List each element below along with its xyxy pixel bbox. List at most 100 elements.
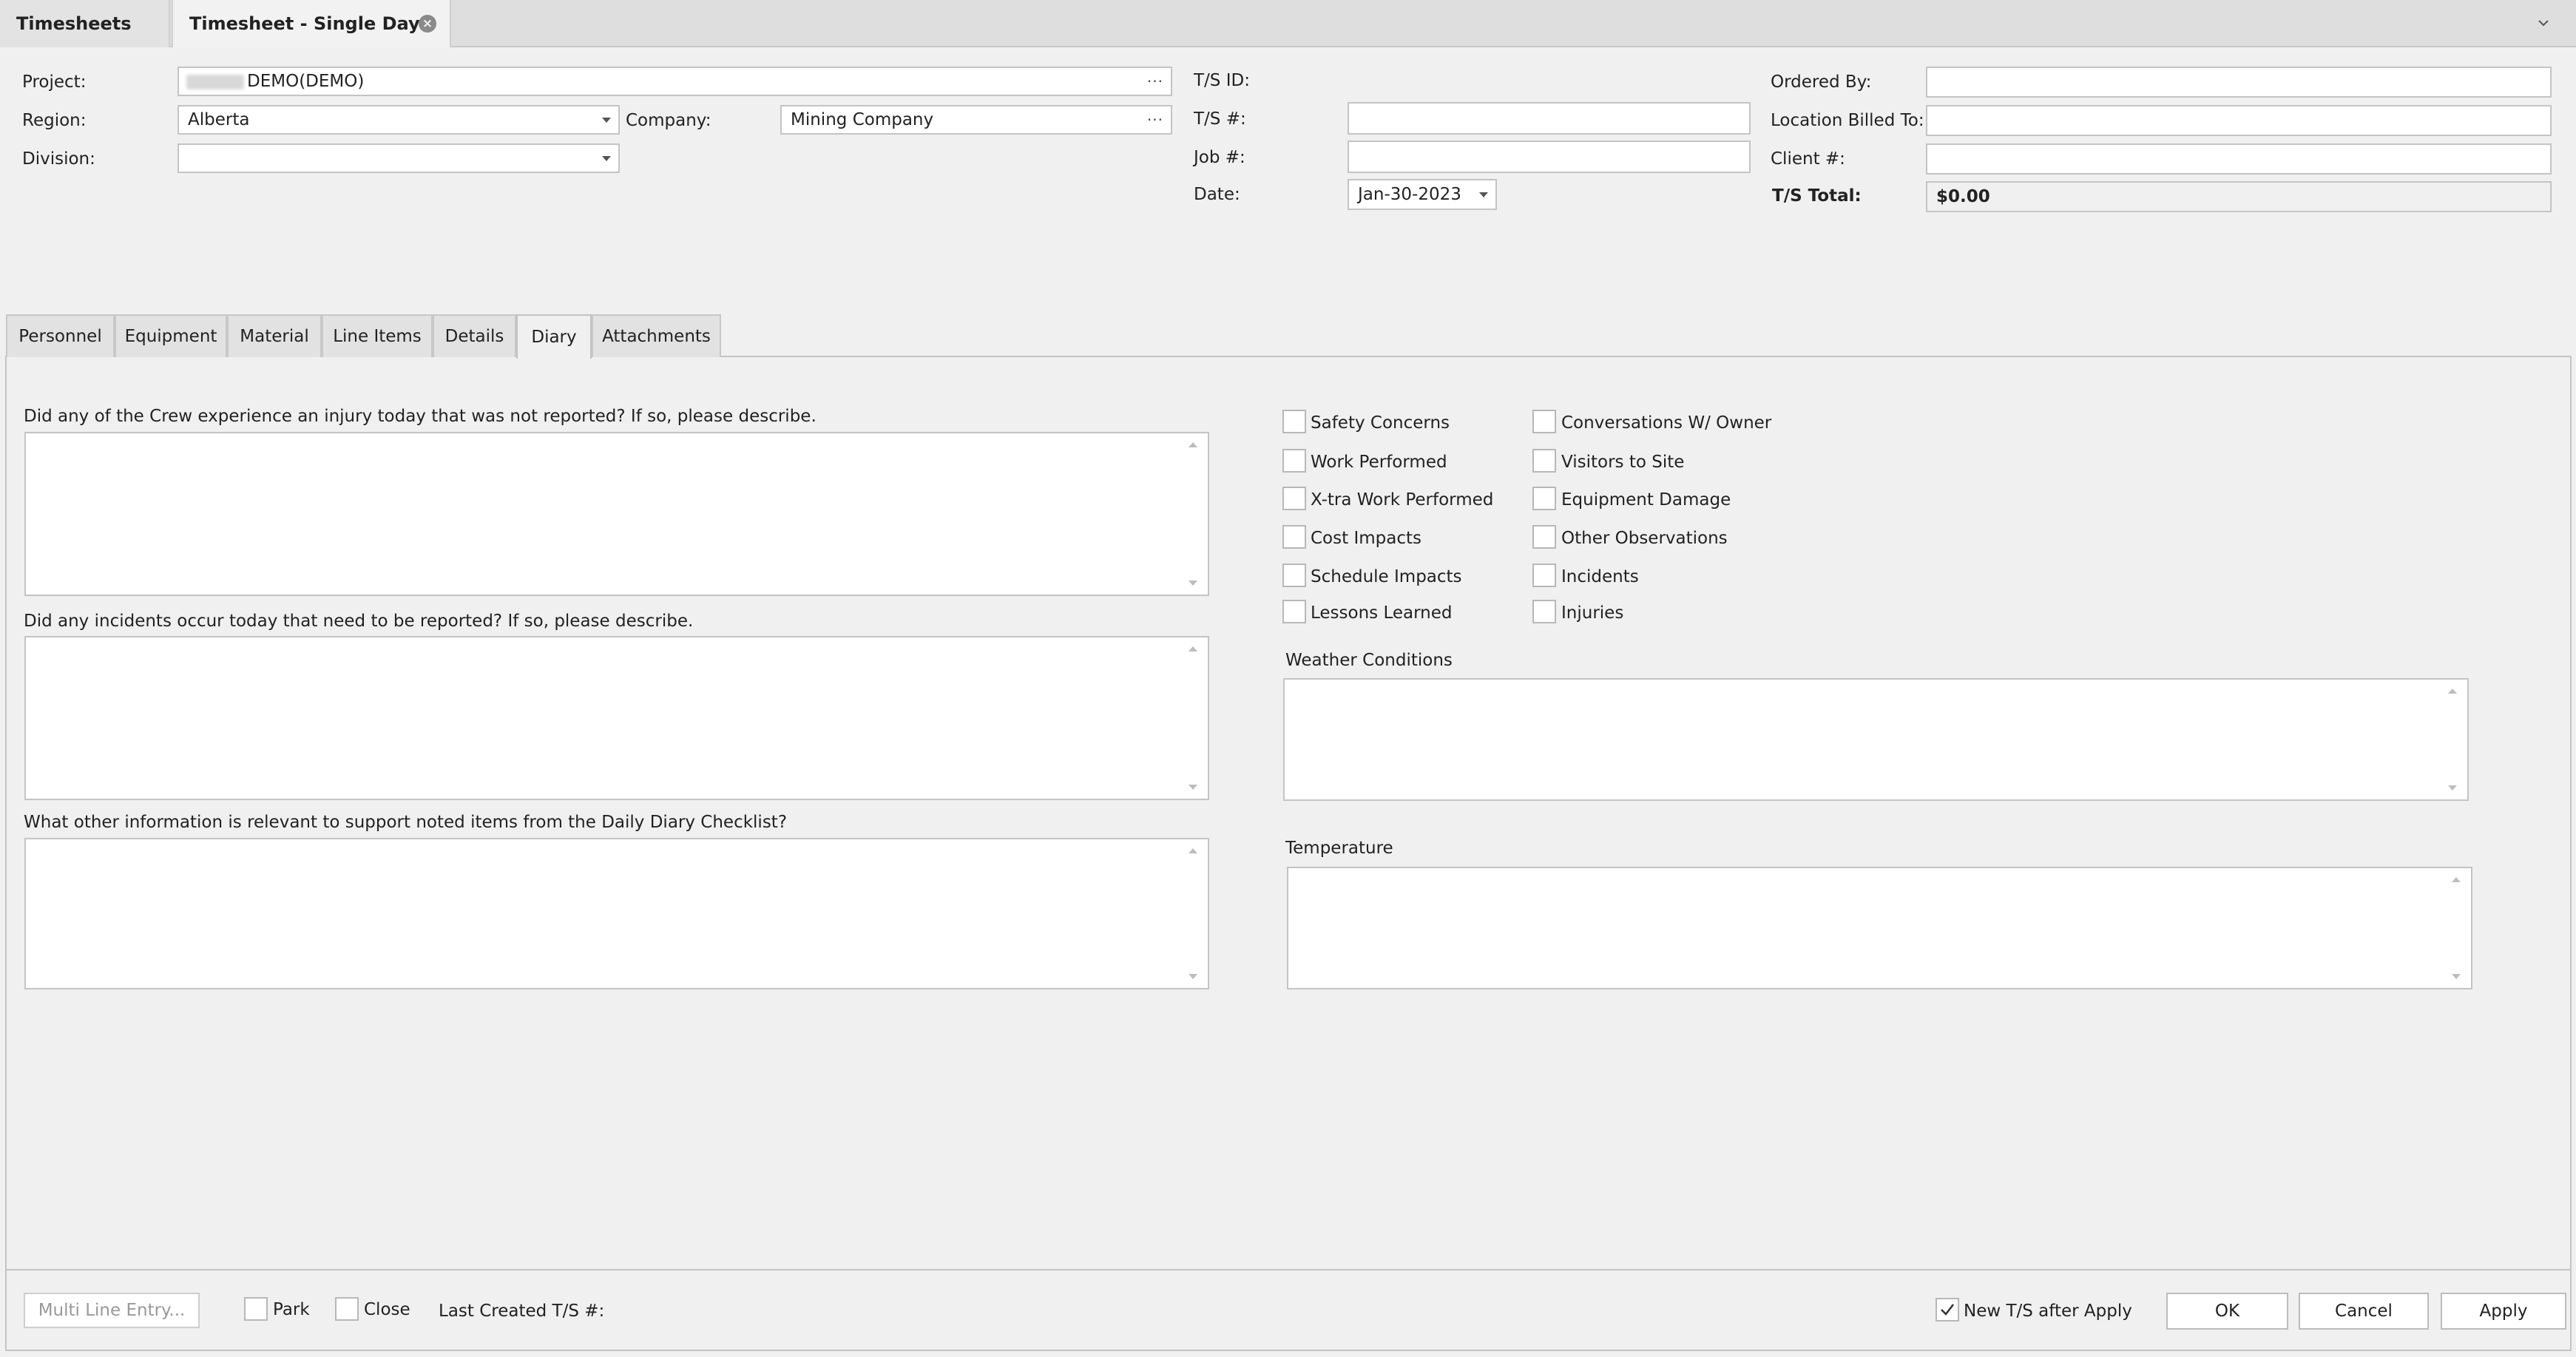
conversations-w-owner-label: Conversations W/ Owner <box>1561 413 1772 433</box>
apply-button[interactable]: Apply <box>2441 1293 2566 1330</box>
incidents-question-label: Did any incidents occur today that need … <box>24 612 694 631</box>
other-info-textarea[interactable] <box>24 838 1209 989</box>
new-ts-after-apply-label: New T/S after Apply <box>1964 1302 2132 1321</box>
weather-conditions-label: Weather Conditions <box>1285 651 1453 670</box>
date-picker[interactable]: Jan-30-2023 <box>1348 179 1497 210</box>
job-number-field[interactable] <box>1348 141 1751 173</box>
incidents-checkbox[interactable] <box>1532 564 1556 587</box>
ts-number-field[interactable] <box>1348 102 1751 135</box>
region-value: Alberta <box>188 110 250 129</box>
division-label: Division: <box>22 149 95 169</box>
ts-total-value: $0.00 <box>1936 187 1990 206</box>
incidents-description-textarea[interactable] <box>24 636 1209 800</box>
lessons-learned-label: Lessons Learned <box>1311 603 1453 623</box>
client-number-label: Client #: <box>1771 149 1845 169</box>
visitors-to-site-checkbox[interactable] <box>1532 449 1556 473</box>
tab-material-label: Material <box>240 327 309 346</box>
cost-impacts-checkbox[interactable] <box>1282 525 1306 549</box>
park-label: Park <box>273 1300 310 1319</box>
scroll-down-icon[interactable] <box>2448 785 2457 791</box>
chevron-down-icon <box>1479 192 1488 197</box>
ok-label: OK <box>2214 1302 2240 1321</box>
tab-timesheets[interactable]: Timesheets <box>0 0 170 47</box>
tab-line-items[interactable]: Line Items <box>322 314 433 357</box>
company-field[interactable]: Mining Company ··· <box>780 105 1172 135</box>
equipment-damage-checkbox[interactable] <box>1532 487 1556 510</box>
scroll-up-icon[interactable] <box>2448 688 2457 694</box>
last-created-ts-label: Last Created T/S #: <box>439 1302 605 1321</box>
schedule-impacts-label: Schedule Impacts <box>1311 567 1462 586</box>
work-performed-label: Work Performed <box>1311 453 1447 472</box>
multi-line-entry-button[interactable]: Multi Line Entry... <box>24 1293 200 1328</box>
conversations-w-owner-checkbox[interactable] <box>1532 410 1556 433</box>
project-value: DEMO(DEMO) <box>247 72 365 91</box>
tab-personnel-label: Personnel <box>18 327 102 346</box>
chevron-down-icon <box>602 118 611 123</box>
tab-timesheets-label: Timesheets <box>16 13 132 34</box>
safety-concerns-label: Safety Concerns <box>1311 413 1450 433</box>
tab-attachments-label: Attachments <box>602 327 711 346</box>
other-observations-checkbox[interactable] <box>1532 525 1556 549</box>
close-tab-icon[interactable]: × <box>419 15 436 33</box>
tab-line-items-label: Line Items <box>333 327 422 346</box>
chevron-down-icon[interactable] <box>2537 18 2550 28</box>
tab-diary[interactable]: Diary <box>516 314 592 359</box>
project-browse-button[interactable]: ··· <box>1147 68 1163 95</box>
tab-timesheet-single-day[interactable]: Timesheet - Single Day: <box>172 0 451 47</box>
injury-description-textarea[interactable] <box>24 432 1209 596</box>
injuries-label: Injuries <box>1561 603 1624 623</box>
ts-total-field: $0.00 <box>1926 181 2552 212</box>
close-checkbox[interactable] <box>335 1297 359 1321</box>
other-info-question-label: What other information is relevant to su… <box>24 813 788 832</box>
tab-details-label: Details <box>444 327 504 346</box>
weather-conditions-textarea[interactable] <box>1283 678 2469 801</box>
work-performed-checkbox[interactable] <box>1282 449 1306 473</box>
schedule-impacts-checkbox[interactable] <box>1282 564 1306 587</box>
scroll-down-icon[interactable] <box>2452 974 2461 979</box>
x-tra-work-performed-checkbox[interactable] <box>1282 487 1306 510</box>
x-tra-work-performed-label: X-tra Work Performed <box>1311 490 1494 510</box>
ts-id-label: T/S ID: <box>1194 71 1250 90</box>
scroll-up-icon[interactable] <box>2452 877 2461 882</box>
tab-equipment[interactable]: Equipment <box>115 314 227 357</box>
temperature-textarea[interactable] <box>1287 867 2472 989</box>
region-select[interactable]: Alberta <box>178 105 620 135</box>
visitors-to-site-label: Visitors to Site <box>1561 453 1685 472</box>
new-ts-after-apply-checkbox[interactable] <box>1936 1298 1959 1322</box>
tab-details[interactable]: Details <box>433 314 516 357</box>
incidents-label: Incidents <box>1561 567 1639 586</box>
ordered-by-field[interactable] <box>1926 67 2552 98</box>
tab-attachments[interactable]: Attachments <box>592 314 721 357</box>
project-field[interactable]: DEMO(DEMO) ··· <box>178 67 1172 96</box>
lessons-learned-checkbox[interactable] <box>1282 600 1306 623</box>
scroll-down-icon[interactable] <box>1189 581 1197 586</box>
ok-button[interactable]: OK <box>2166 1293 2288 1330</box>
location-billed-field[interactable] <box>1926 105 2552 136</box>
injuries-checkbox[interactable] <box>1532 600 1556 623</box>
client-number-field[interactable] <box>1926 143 2552 175</box>
ordered-by-label: Ordered By: <box>1771 72 1872 92</box>
safety-concerns-checkbox[interactable] <box>1282 410 1306 433</box>
scroll-up-icon[interactable] <box>1189 442 1197 447</box>
tab-equipment-label: Equipment <box>124 327 217 346</box>
job-number-label: Job #: <box>1194 148 1245 167</box>
tab-personnel[interactable]: Personnel <box>6 314 115 357</box>
scroll-down-icon[interactable] <box>1189 785 1197 790</box>
temperature-label: Temperature <box>1285 839 1393 858</box>
division-select[interactable] <box>178 143 620 173</box>
company-browse-button[interactable]: ··· <box>1147 106 1163 133</box>
cancel-button[interactable]: Cancel <box>2299 1293 2429 1330</box>
scroll-up-icon[interactable] <box>1189 848 1197 853</box>
project-label: Project: <box>22 72 87 92</box>
park-checkbox[interactable] <box>244 1297 268 1321</box>
other-observations-label: Other Observations <box>1561 529 1728 548</box>
tab-single-day-label: Timesheet - Single Day: <box>189 13 427 34</box>
scroll-up-icon[interactable] <box>1189 646 1197 652</box>
tab-material[interactable]: Material <box>227 314 322 357</box>
ts-number-label: T/S #: <box>1194 109 1246 129</box>
checkmark-icon <box>1941 1304 1954 1316</box>
multi-line-entry-label: Multi Line Entry... <box>38 1301 186 1320</box>
scroll-down-icon[interactable] <box>1189 974 1197 979</box>
location-billed-label: Location Billed To: <box>1771 111 1924 130</box>
equipment-damage-label: Equipment Damage <box>1561 490 1731 510</box>
